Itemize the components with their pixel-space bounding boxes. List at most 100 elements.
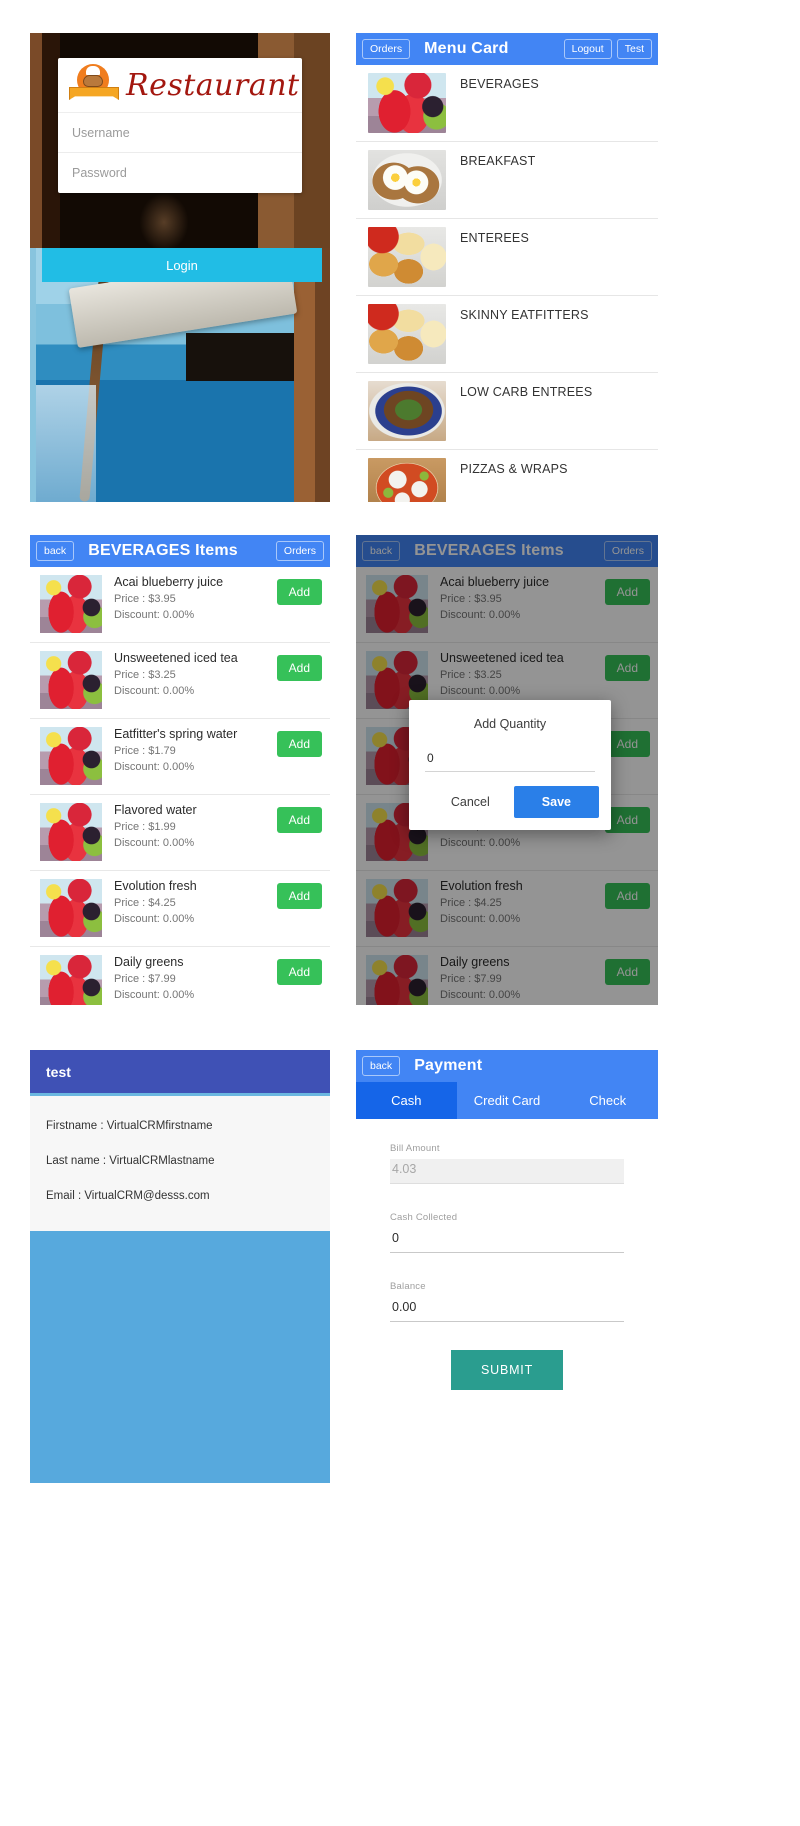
item-info: Evolution fresh Price : $4.25 Discount: 0.… bbox=[114, 879, 265, 928]
menu-category-row[interactable]: SKINNY EATFITTERS bbox=[356, 296, 658, 373]
quantity-input[interactable]: 0 bbox=[425, 745, 595, 772]
items-appbar: back BEVERAGES Items Orders bbox=[30, 535, 330, 567]
cash-collected-field[interactable]: 0 bbox=[390, 1228, 624, 1253]
item-discount: Discount: 0.00% bbox=[114, 988, 195, 1001]
dialog-title: Add Quantity bbox=[473, 717, 547, 731]
beverage-item-row[interactable]: Flavored water Price : $1.99 Discount: 0.0… bbox=[30, 795, 330, 871]
page-title: Menu Card bbox=[424, 40, 509, 57]
item-discount: Discount: 0.00% bbox=[114, 608, 195, 621]
beverage-item-row[interactable]: Unsweetened iced tea Price : $3.25 Discoun… bbox=[30, 643, 330, 719]
item-name: Flavored water bbox=[114, 803, 197, 817]
firstname-row: Firstname : VirtualCRMfirstname bbox=[46, 1120, 213, 1132]
item-price: Price : $7.99 bbox=[114, 973, 176, 985]
item-thumbnail-icon bbox=[40, 727, 102, 785]
brand-header: Restaurant bbox=[58, 58, 302, 113]
item-price: Price : $3.95 bbox=[114, 593, 176, 605]
category-label: SKINNY EATFITTERS bbox=[460, 308, 589, 322]
back-button[interactable]: back bbox=[36, 540, 75, 562]
item-discount: Discount: 0.00% bbox=[114, 836, 195, 849]
save-button[interactable]: Save bbox=[513, 786, 599, 818]
beverage-item-list: Acai blueberry juice Price : $3.95 Discoun… bbox=[30, 567, 330, 1005]
back-button[interactable]: back bbox=[362, 1055, 401, 1077]
menu-card-screen: Orders Menu Card Logout Test BEVERAGES BR… bbox=[356, 33, 658, 502]
menu-category-row[interactable]: LOW CARB ENTREES bbox=[356, 373, 658, 450]
logout-button[interactable]: Logout bbox=[563, 38, 612, 60]
lastname-row: Last name : VirtualCRMlastname bbox=[46, 1155, 215, 1167]
item-name: Evolution fresh bbox=[114, 879, 197, 893]
submit-button[interactable]: SUBMIT bbox=[450, 1350, 564, 1390]
category-label: LOW CARB ENTREES bbox=[460, 385, 593, 399]
beverage-item-row[interactable]: Evolution fresh Price : $4.25 Discount: 0.… bbox=[30, 871, 330, 947]
profile-details: Firstname : VirtualCRMfirstname Last nam… bbox=[30, 1096, 330, 1231]
beverage-items-dialog-screen: back BEVERAGES Items Orders Acai blueber… bbox=[356, 535, 658, 1005]
add-item-button[interactable]: Add bbox=[276, 731, 322, 757]
category-thumbnail-icon bbox=[368, 150, 446, 210]
balance-group: Balance 0.00 bbox=[390, 1281, 624, 1322]
submit-row: SUBMIT bbox=[390, 1350, 624, 1390]
cash-collected-label: Cash Collected bbox=[390, 1212, 458, 1223]
category-thumbnail-icon bbox=[368, 381, 446, 441]
decor-glass bbox=[36, 385, 96, 502]
category-label: PIZZAS & WRAPS bbox=[460, 462, 568, 476]
menu-category-row[interactable]: PIZZAS & WRAPS bbox=[356, 450, 658, 502]
payment-tab[interactable]: Credit Card bbox=[457, 1082, 558, 1119]
menu-category-list: BEVERAGES BREAKFAST ENTEREES SKINNY EATFITT… bbox=[356, 65, 658, 502]
bill-amount-label: Bill Amount bbox=[390, 1143, 440, 1154]
category-thumbnail-icon bbox=[368, 304, 446, 364]
username-input[interactable]: Username bbox=[58, 113, 302, 153]
item-thumbnail-icon bbox=[40, 879, 102, 937]
item-info: Flavored water Price : $1.99 Discount: 0.0… bbox=[114, 803, 265, 852]
item-name: Daily greens bbox=[114, 955, 184, 969]
balance-field: 0.00 bbox=[390, 1297, 624, 1322]
menu-category-row[interactable]: BEVERAGES bbox=[356, 65, 658, 142]
add-item-button[interactable]: Add bbox=[276, 579, 322, 605]
item-name: Unsweetened iced tea bbox=[114, 651, 238, 665]
item-name: Acai blueberry juice bbox=[114, 575, 224, 589]
menu-category-row[interactable]: ENTEREES bbox=[356, 219, 658, 296]
payment-method-tabs: Cash Credit Card Check bbox=[356, 1082, 658, 1119]
item-price: Price : $4.25 bbox=[114, 897, 176, 909]
category-thumbnail-icon bbox=[368, 227, 446, 287]
test-button[interactable]: Test bbox=[616, 38, 652, 60]
payment-tab[interactable]: Cash bbox=[356, 1082, 457, 1119]
cancel-button[interactable]: Cancel bbox=[435, 787, 506, 817]
login-card: Restaurant Username Password bbox=[58, 58, 302, 193]
cash-collected-group: Cash Collected 0 bbox=[390, 1212, 624, 1253]
category-thumbnail-icon bbox=[368, 73, 446, 133]
item-thumbnail-icon bbox=[40, 651, 102, 709]
bill-amount-group: Bill Amount 4.03 bbox=[390, 1143, 624, 1184]
beverage-item-row[interactable]: Daily greens Price : $7.99 Discount: 0.00%… bbox=[30, 947, 330, 1005]
add-item-button[interactable]: Add bbox=[276, 655, 322, 681]
item-info: Unsweetened iced tea Price : $3.25 Discoun… bbox=[114, 651, 265, 700]
category-label: ENTEREES bbox=[460, 231, 529, 245]
bill-amount-field: 4.03 bbox=[390, 1159, 624, 1184]
add-item-button[interactable]: Add bbox=[276, 883, 322, 909]
orders-button[interactable]: Orders bbox=[362, 38, 411, 60]
item-price: Price : $3.25 bbox=[114, 669, 176, 681]
password-input[interactable]: Password bbox=[58, 153, 302, 193]
payment-form: Bill Amount 4.03 Cash Collected 0 Balanc… bbox=[356, 1119, 658, 1390]
add-item-button[interactable]: Add bbox=[276, 807, 322, 833]
orders-button[interactable]: Orders bbox=[275, 540, 324, 562]
dialog-actions: Cancel Save bbox=[409, 772, 611, 830]
menu-category-row[interactable]: BREAKFAST bbox=[356, 142, 658, 219]
item-thumbnail-icon bbox=[40, 803, 102, 861]
beverage-item-row[interactable]: Acai blueberry juice Price : $3.95 Discoun… bbox=[30, 567, 330, 643]
page-title: BEVERAGES Items bbox=[88, 542, 238, 559]
item-price: Price : $1.79 bbox=[114, 745, 176, 757]
category-label: BEVERAGES bbox=[460, 77, 539, 91]
page-title: test bbox=[30, 1050, 330, 1096]
add-item-button[interactable]: Add bbox=[276, 959, 322, 985]
payment-tab[interactable]: Check bbox=[557, 1082, 658, 1119]
menu-card-appbar: Orders Menu Card Logout Test bbox=[356, 33, 658, 65]
item-info: Acai blueberry juice Price : $3.95 Discoun… bbox=[114, 575, 265, 624]
beverage-item-row[interactable]: Eatfitter's spring water Price : $1.79 Dis… bbox=[30, 719, 330, 795]
chef-ribbon-logo-icon bbox=[68, 63, 120, 107]
item-thumbnail-icon bbox=[40, 955, 102, 1005]
login-button[interactable]: Login bbox=[42, 248, 322, 282]
blue-content-area bbox=[30, 1231, 330, 1483]
test-profile-screen: test Firstname : VirtualCRMfirstname Las… bbox=[30, 1050, 330, 1790]
item-name: Eatfitter's spring water bbox=[114, 727, 238, 741]
balance-label: Balance bbox=[390, 1281, 426, 1292]
add-quantity-dialog: Add Quantity 0 Cancel Save bbox=[409, 700, 611, 830]
